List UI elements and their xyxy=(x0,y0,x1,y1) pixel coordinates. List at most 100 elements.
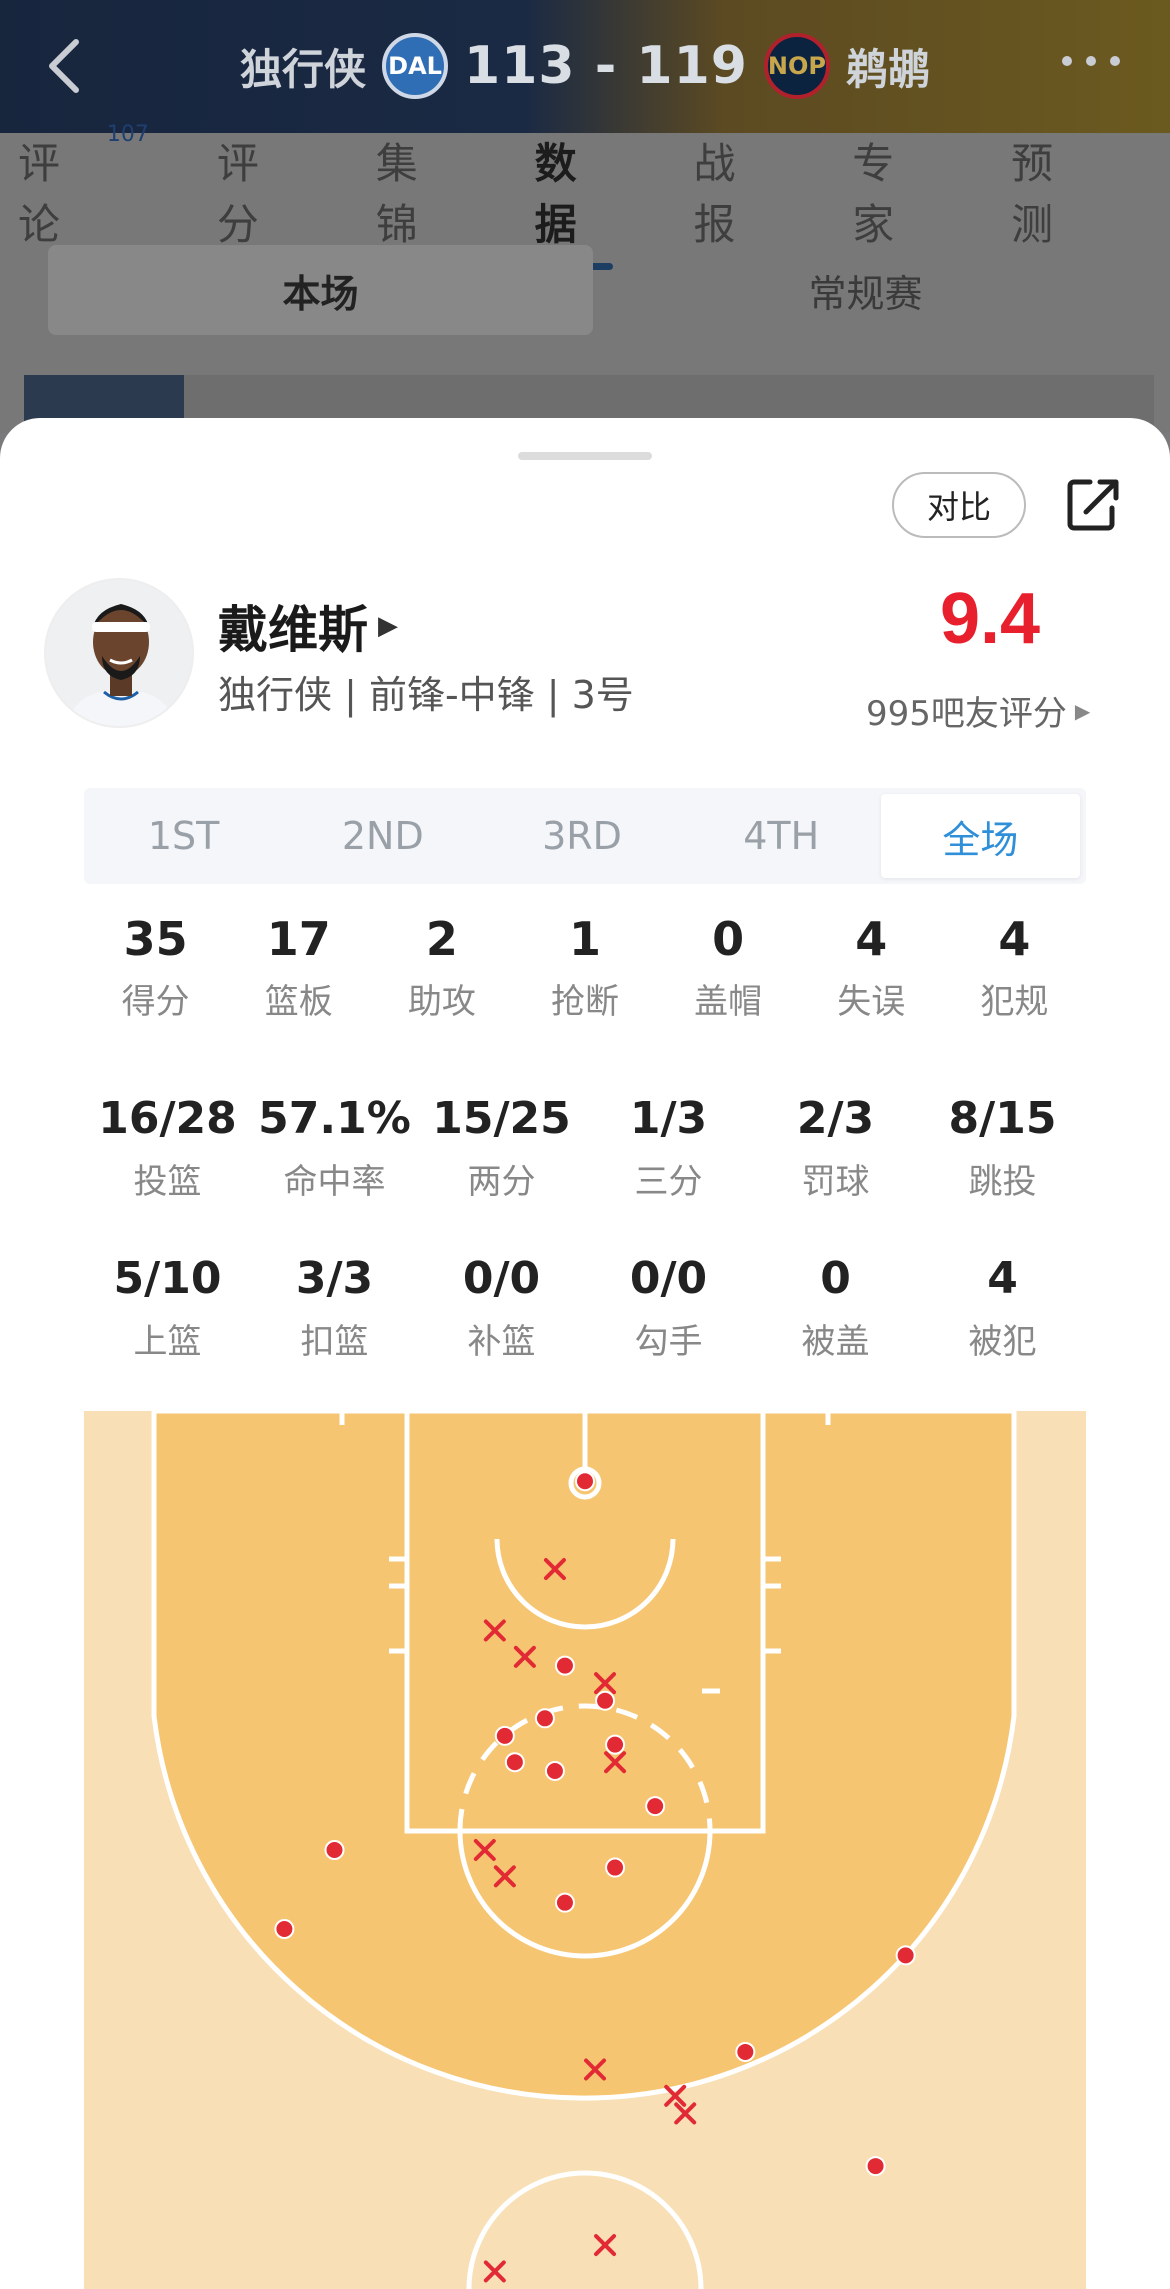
period-4th[interactable]: 4TH xyxy=(682,794,881,878)
stat-points: 35 得分 xyxy=(84,910,227,1023)
player-detail-sheet: 对比 戴维斯 ▶ 独行侠 | 前锋-中锋 | 3号 9.4 995吧友评分 ▶ … xyxy=(0,418,1170,2289)
court-svg xyxy=(84,1411,1086,2289)
drag-handle[interactable] xyxy=(518,452,652,460)
tab-prediction[interactable]: 预测 xyxy=(1011,130,1094,252)
stat-label: 助攻 xyxy=(407,982,476,1022)
tab-comments[interactable]: 评论 107 xyxy=(18,122,149,252)
stat-label: 投篮 xyxy=(133,1162,202,1202)
stat-value: 0/0 xyxy=(629,1253,708,1304)
shooting-stats-row: 16/28 投篮 57.1% 命中率 15/25 两分 1/3 三分 2/3 罚球 8/1… xyxy=(84,1090,1086,1203)
stat-label: 失误 xyxy=(837,982,906,1022)
made-shot-marker[interactable] xyxy=(645,1796,666,1817)
stat-value: 4 xyxy=(987,1253,1018,1304)
made-shot-marker[interactable] xyxy=(605,1734,626,1755)
caret-right-icon: ▶ xyxy=(1074,698,1091,723)
rating-count-link[interactable]: 995吧友评分 ▶ xyxy=(866,686,1090,735)
stat-value: 2/3 xyxy=(796,1093,875,1144)
background-page: 评论 107 评分 集锦 数据 战报 专家 预测 本场 常规赛 xyxy=(0,122,1170,465)
player-rating: 9.4 xyxy=(940,579,1041,659)
stat-value: 0/0 xyxy=(462,1253,541,1304)
away-team-name: 鹈鹕 xyxy=(845,44,930,94)
period-full-game[interactable]: 全场 xyxy=(880,794,1081,878)
stat-layups: 5/10 上篮 xyxy=(84,1250,251,1363)
player-avatar[interactable] xyxy=(44,578,194,728)
player-name-link[interactable]: 戴维斯 ▶ xyxy=(218,590,398,662)
more-options-icon[interactable] xyxy=(1062,56,1120,66)
made-shot-marker[interactable] xyxy=(865,2156,886,2177)
period-3rd[interactable]: 3RD xyxy=(482,794,681,878)
player-name: 戴维斯 xyxy=(218,601,368,659)
stat-ft: 2/3 罚球 xyxy=(752,1090,919,1203)
made-shot-marker[interactable] xyxy=(544,1760,565,1781)
tab-bar: 评论 107 评分 集锦 数据 战报 专家 预测 xyxy=(0,122,1170,270)
stat-label: 命中率 xyxy=(283,1162,386,1202)
stat-value: 1/3 xyxy=(629,1093,708,1144)
tab-experts[interactable]: 专家 xyxy=(852,130,935,252)
tab-ratings[interactable]: 评分 xyxy=(217,130,300,252)
stat-value: 0 xyxy=(712,912,745,966)
stat-3pt: 1/3 三分 xyxy=(585,1090,752,1203)
segment-this-game[interactable]: 本场 xyxy=(48,245,593,335)
stat-label: 扣篮 xyxy=(300,1322,369,1362)
stat-value: 8/15 xyxy=(948,1093,1057,1144)
player-team-position: 独行侠 | 前锋-中锋 | 3号 xyxy=(218,673,634,717)
stat-value: 57.1% xyxy=(258,1093,411,1144)
period-2nd[interactable]: 2ND xyxy=(283,794,482,878)
game-scope-segment: 本场 常规赛 xyxy=(48,245,1138,335)
tab-label: 评论 xyxy=(18,138,61,249)
stat-value: 1 xyxy=(568,912,601,966)
stat-label: 抢断 xyxy=(550,982,619,1022)
made-shot-marker[interactable] xyxy=(605,1857,626,1878)
game-header: 独行侠 DAL 113 - 119 NOP 鹈鹕 xyxy=(0,0,1170,133)
made-shot-marker[interactable] xyxy=(595,1690,616,1711)
stat-label: 上篮 xyxy=(133,1322,202,1362)
tab-highlights[interactable]: 集锦 xyxy=(376,130,459,252)
made-shot-marker[interactable] xyxy=(504,1752,525,1773)
share-icon[interactable] xyxy=(1064,474,1124,534)
nop-logo-icon[interactable]: NOP xyxy=(763,33,830,99)
stat-label: 勾手 xyxy=(634,1322,703,1362)
home-team-name: 独行侠 xyxy=(240,44,367,94)
made-shot-marker[interactable] xyxy=(895,1945,916,1966)
stat-value: 3/3 xyxy=(295,1253,374,1304)
made-shot-marker[interactable] xyxy=(554,1655,575,1676)
compare-button[interactable]: 对比 xyxy=(892,472,1026,538)
stat-fouls-drawn: 4 被犯 xyxy=(919,1250,1086,1363)
stat-value: 0 xyxy=(820,1253,851,1304)
stat-label: 篮板 xyxy=(264,982,333,1022)
scoreline: 独行侠 DAL 113 - 119 NOP 鹈鹕 xyxy=(0,28,1170,104)
stat-dunks: 3/3 扣篮 xyxy=(251,1250,418,1363)
stat-value: 16/28 xyxy=(98,1093,237,1144)
stat-value: 2 xyxy=(425,912,458,966)
stat-value: 4 xyxy=(855,912,888,966)
stat-2pt: 15/25 两分 xyxy=(418,1090,585,1203)
made-shot-marker[interactable] xyxy=(554,1892,575,1913)
period-1st[interactable]: 1ST xyxy=(84,794,283,878)
stat-value: 17 xyxy=(266,912,331,966)
stat-label: 得分 xyxy=(121,982,190,1022)
stat-rebounds: 17 篮板 xyxy=(227,910,370,1023)
stat-value: 35 xyxy=(123,912,188,966)
comment-count-badge: 107 xyxy=(106,121,149,147)
tab-stats[interactable]: 数据 xyxy=(535,130,618,270)
stat-value: 4 xyxy=(998,912,1031,966)
made-shot-marker[interactable] xyxy=(735,2041,756,2062)
made-shot-marker[interactable] xyxy=(494,1725,515,1746)
stat-label: 两分 xyxy=(467,1162,536,1202)
tab-report[interactable]: 战报 xyxy=(693,130,776,252)
stat-fg-pct: 57.1% 命中率 xyxy=(251,1090,418,1203)
shot-chart xyxy=(84,1411,1086,2289)
made-shot-marker[interactable] xyxy=(534,1708,555,1729)
stat-assists: 2 助攻 xyxy=(370,910,513,1023)
made-shot-marker[interactable] xyxy=(324,1840,345,1860)
period-tabs: 1ST 2ND 3RD 4TH 全场 xyxy=(84,788,1086,884)
segment-regular-season[interactable]: 常规赛 xyxy=(593,245,1138,335)
stat-blocked: 0 被盖 xyxy=(752,1250,919,1363)
stat-turnovers: 4 失误 xyxy=(800,910,943,1023)
stat-blocks: 0 盖帽 xyxy=(657,910,800,1023)
stat-label: 被盖 xyxy=(801,1322,870,1362)
made-shot-marker[interactable] xyxy=(575,1471,595,1492)
rating-count-label: 995吧友评分 xyxy=(866,694,1067,734)
made-shot-marker[interactable] xyxy=(274,1919,295,1940)
dal-logo-icon[interactable]: DAL xyxy=(382,33,449,99)
